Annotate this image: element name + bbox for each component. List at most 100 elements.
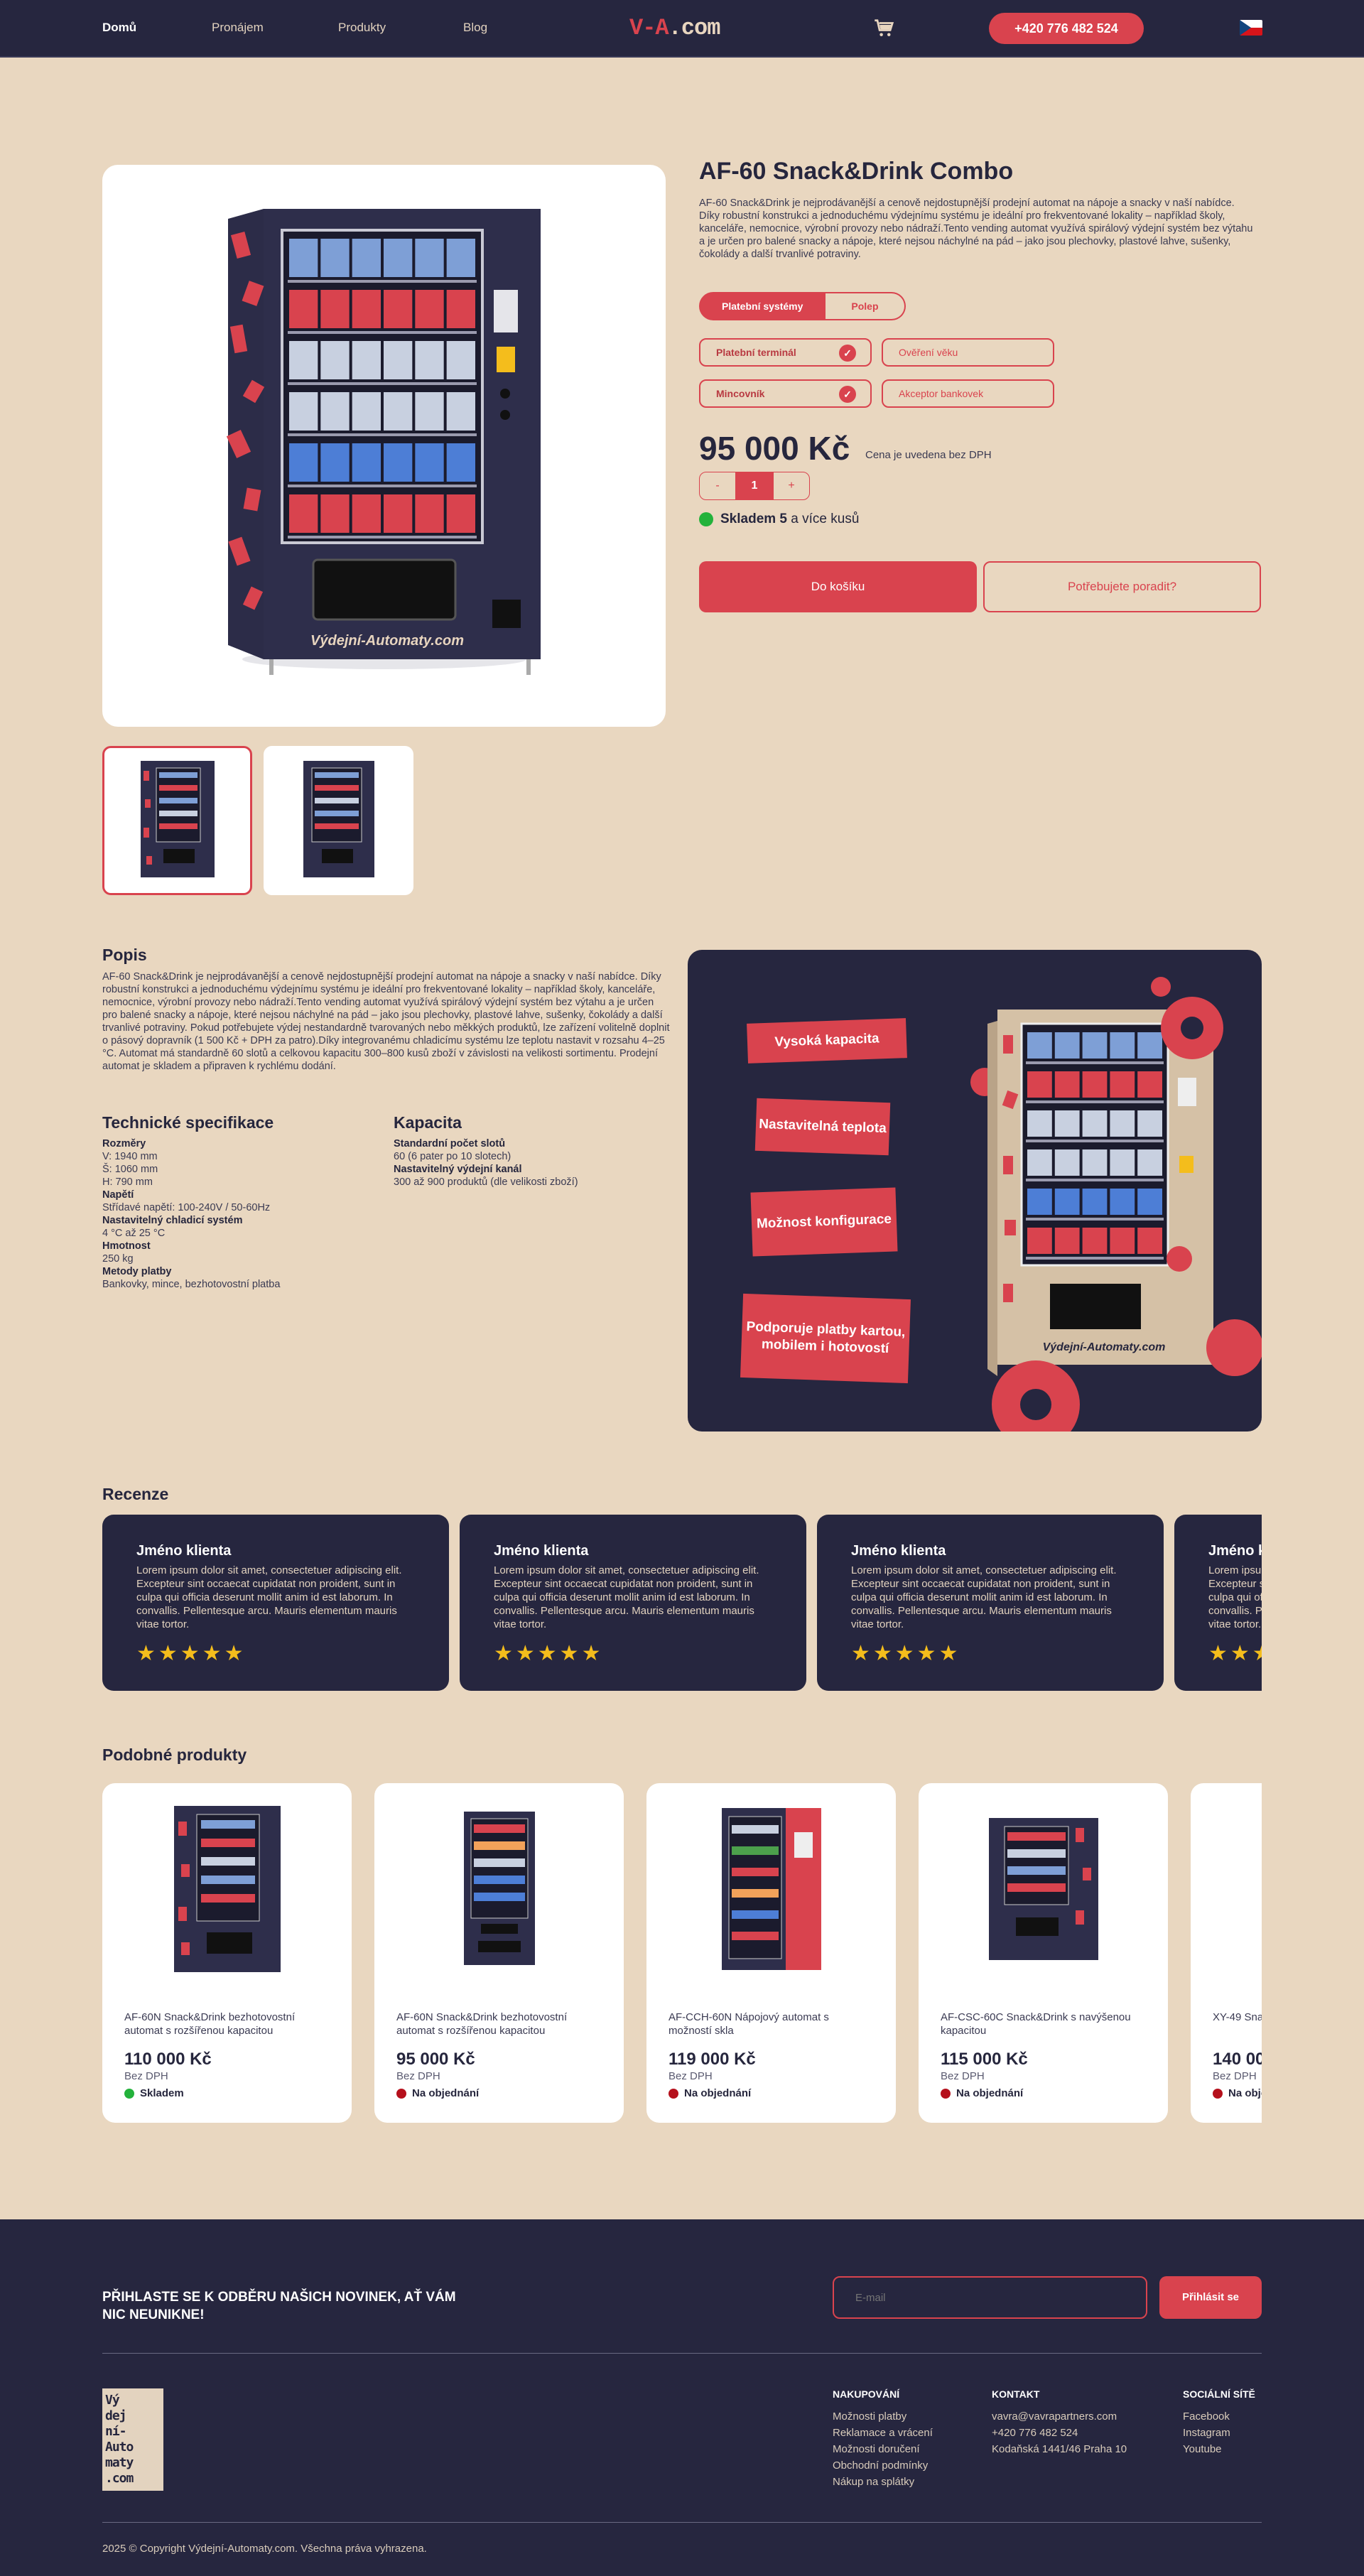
stock-label: Na objednání <box>956 2087 1024 2099</box>
product-card-vat: Bez DPH <box>1213 2070 1257 2082</box>
product-slot <box>320 238 350 277</box>
nav-rental[interactable]: Pronájem <box>212 21 264 35</box>
product-slot <box>1137 1149 1162 1176</box>
stock-label: Na objednání <box>684 2087 752 2099</box>
capacity-heading: Kapacita <box>394 1113 462 1132</box>
star-rating-icon: ★★★★★ <box>1208 1642 1262 1665</box>
product-slot <box>1110 1189 1135 1215</box>
product-slot <box>1137 1110 1162 1137</box>
product-card[interactable]: AF-CSC-60C Snack&Drink s navýšenou kapac… <box>919 1783 1168 2123</box>
review-card: Jméno klienta Lorem ipsum dolor sit amet… <box>1174 1515 1262 1691</box>
product-slot <box>1082 1110 1108 1137</box>
spec-label: Rozměry <box>102 1138 146 1149</box>
product-slot <box>1054 1189 1080 1215</box>
review-card: Jméno klienta Lorem ipsum dolor sit amet… <box>817 1515 1164 1691</box>
product-slot <box>383 391 412 431</box>
product-slot <box>1137 1071 1162 1098</box>
footer-link[interactable]: Reklamace a vrácení <box>833 2425 933 2441</box>
check-icon: ✓ <box>839 345 856 362</box>
tab-wrap[interactable]: Polep <box>826 292 906 320</box>
site-logo[interactable]: V-A.com <box>629 15 720 41</box>
footer-column-contact: KONTAKT vavra@vavrapartners.com +420 776… <box>992 2388 1127 2457</box>
product-card-name: AF-CCH-60N Nápojový automat s možností s… <box>669 2011 829 2037</box>
option-bill-acceptor[interactable]: Akceptor bankovek <box>882 379 1054 408</box>
option-age-verification[interactable]: Ověření věku <box>882 338 1054 367</box>
footer-link-youtube[interactable]: Youtube <box>1183 2441 1255 2457</box>
nav-blog[interactable]: Blog <box>463 21 487 35</box>
product-slot <box>288 494 318 533</box>
product-thumbnail-2[interactable] <box>264 746 413 895</box>
footer-link[interactable]: Možnosti platby <box>833 2408 933 2425</box>
add-to-cart-button[interactable]: Do košíku <box>699 561 977 612</box>
footer-link[interactable]: Možnosti doručení <box>833 2441 933 2457</box>
product-card[interactable]: AF-60N Snack&Drink bezhotovostní automat… <box>102 1783 352 2123</box>
badge-payment-support: Podporuje platby kartou, mobilem i hotov… <box>740 1293 911 1384</box>
option-coin-acceptor[interactable]: Mincovník ✓ <box>699 379 872 408</box>
spec-value: 250 kg <box>102 1253 134 1265</box>
footer-link[interactable]: +420 776 482 524 <box>992 2425 1127 2441</box>
product-card-vat: Bez DPH <box>941 2070 985 2082</box>
footer-link-instagram[interactable]: Instagram <box>1183 2425 1255 2441</box>
product-slot <box>1054 1071 1080 1098</box>
review-card: Jméno klienta Lorem ipsum dolor sit amet… <box>102 1515 449 1691</box>
specs-list: Rozměry V: 1940 mm Š: 1060 mm H: 790 mm … <box>102 1137 372 1291</box>
product-slot <box>383 494 412 533</box>
product-slot <box>320 289 350 328</box>
footer-logo[interactable]: Vý dej ní- Auto maty .com <box>102 2388 163 2491</box>
product-slot <box>1110 1110 1135 1137</box>
quantity-value[interactable]: 1 <box>736 472 773 500</box>
need-advice-button[interactable]: Potřebujete poradit? <box>983 561 1261 612</box>
cart-icon[interactable] <box>874 18 895 39</box>
reviews-carousel[interactable]: Jméno klienta Lorem ipsum dolor sit amet… <box>102 1506 1262 1705</box>
stock-count: Skladem 5 <box>720 512 787 526</box>
product-main-image[interactable]: Výdejní-Automaty.com <box>102 165 666 727</box>
option-payment-terminal[interactable]: Platební terminál ✓ <box>699 338 872 367</box>
product-slot <box>446 494 475 533</box>
product-card-image <box>173 1806 281 1972</box>
footer-link[interactable]: Nákup na splátky <box>833 2474 933 2490</box>
product-card-stock: Na objednání <box>669 2087 751 2099</box>
quantity-increase-button[interactable]: + <box>773 472 810 500</box>
product-slot <box>383 340 412 379</box>
product-slot <box>1082 1071 1108 1098</box>
stock-status: Skladem 5 a více kusů <box>699 512 859 527</box>
quantity-decrease-button[interactable]: - <box>699 472 736 500</box>
reviewer-name: Jméno klienta <box>851 1543 946 1559</box>
footer-column-title: NAKUPOVÁNÍ <box>833 2388 900 2400</box>
product-card[interactable]: AF-60N Snack&Drink bezhotovostní automat… <box>374 1783 624 2123</box>
product-thumbnail-1[interactable] <box>102 746 252 895</box>
phone-button[interactable]: +420 776 482 524 <box>989 13 1144 44</box>
copyright-text: 2025 © Copyright Výdejní-Automaty.com. V… <box>102 2543 427 2555</box>
footer-column-social: SOCIÁLNÍ SÍTĚ Facebook Instagram Youtube <box>1183 2388 1255 2457</box>
product-card-name: AF-60N Snack&Drink bezhotovostní automat… <box>396 2011 568 2037</box>
footer: PŘIHLASTE SE K ODBĚRU NAŠICH NOVINEK, AŤ… <box>0 2219 1364 2576</box>
newsletter-email-input[interactable] <box>833 2276 1147 2319</box>
capacity-list: Standardní počet slotů 60 (6 pater po 10… <box>394 1137 664 1189</box>
product-card-vat: Bez DPH <box>124 2070 168 2082</box>
product-slot <box>320 391 350 431</box>
footer-link[interactable]: Kodaňská 1441/46 Praha 10 <box>992 2441 1127 2457</box>
nav-home[interactable]: Domů <box>102 21 136 35</box>
product-card[interactable]: XY-49 Snack&Drink s displejem 140 000 Kč… <box>1191 1783 1262 2123</box>
product-slot <box>383 289 412 328</box>
gear-icon <box>992 1360 1080 1432</box>
reviewer-name: Jméno klienta <box>1208 1543 1262 1559</box>
product-slot <box>1054 1110 1080 1137</box>
product-card-image <box>721 1808 821 1970</box>
czech-flag-icon[interactable] <box>1240 20 1262 36</box>
product-card[interactable]: AF-CCH-60N Nápojový automat s možností s… <box>646 1783 896 2123</box>
shelf-rail <box>1026 1218 1164 1221</box>
product-slot <box>1110 1228 1135 1254</box>
description-text: AF-60 Snack&Drink je nejprodávanější a c… <box>102 971 670 1072</box>
newsletter-subscribe-button[interactable]: Přihlásit se <box>1159 2276 1262 2319</box>
tab-payment-systems[interactable]: Platební systémy <box>699 292 826 320</box>
product-card-name: AF-CSC-60C Snack&Drink s navýšenou kapac… <box>941 2011 1131 2037</box>
footer-link[interactable]: vavra@vavrapartners.com <box>992 2408 1127 2425</box>
similar-products-carousel[interactable]: AF-60N Snack&Drink bezhotovostní automat… <box>102 1776 1262 2131</box>
product-slot <box>1027 1149 1052 1176</box>
footer-link-facebook[interactable]: Facebook <box>1183 2408 1255 2425</box>
footer-link[interactable]: Obchodní podmínky <box>833 2457 933 2474</box>
product-slot <box>1027 1071 1052 1098</box>
option-label: Platební terminál <box>716 347 796 358</box>
nav-products[interactable]: Produkty <box>338 21 386 35</box>
